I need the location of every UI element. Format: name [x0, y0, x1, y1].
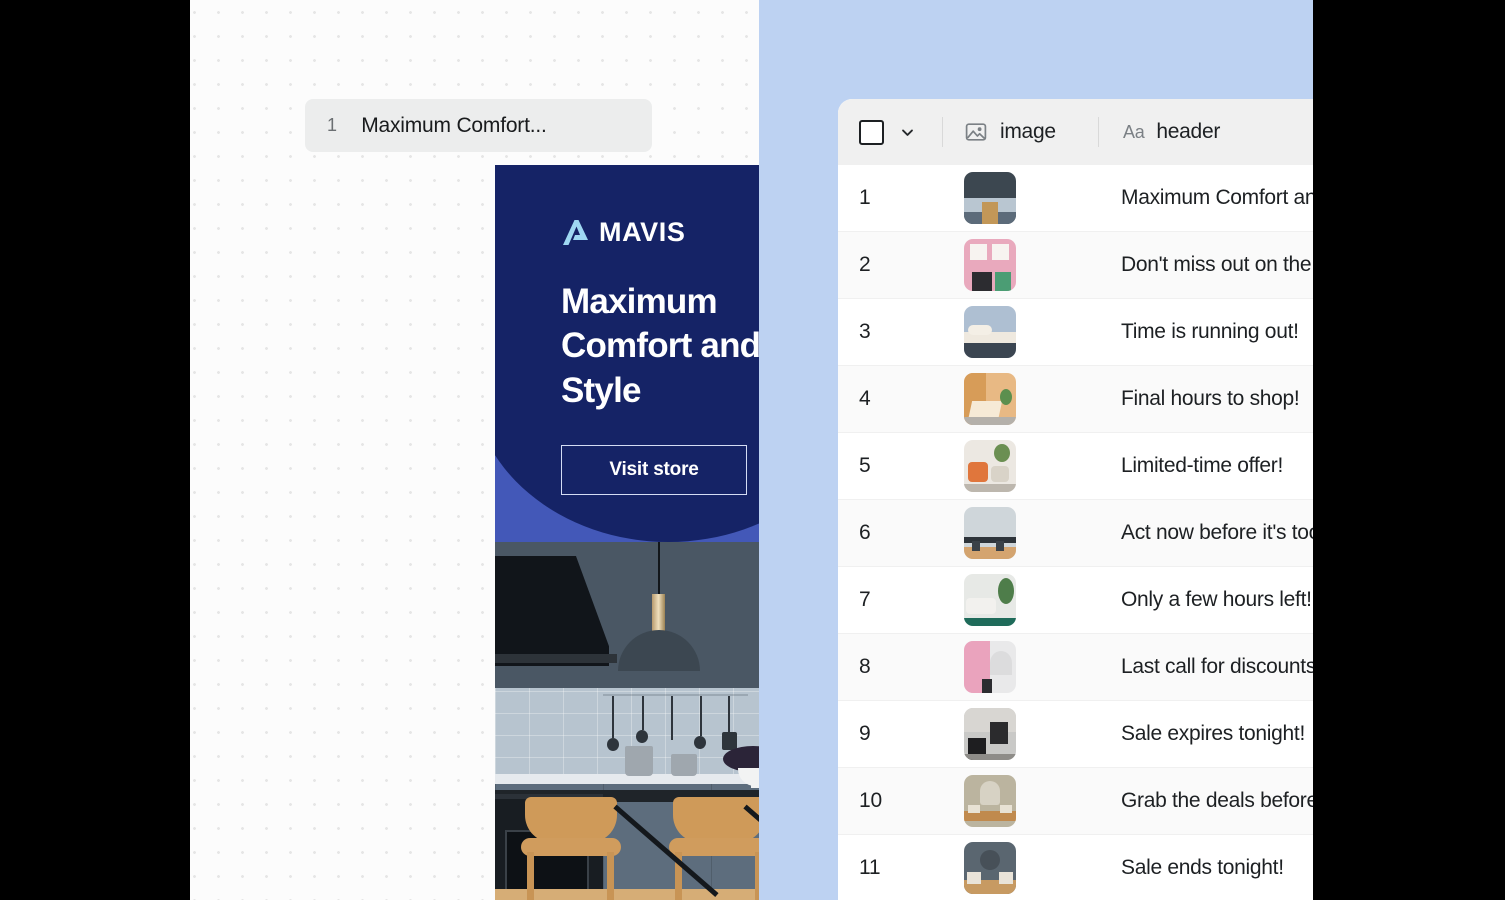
chevron-down-icon[interactable] — [900, 125, 915, 140]
creative-index: 1 — [327, 115, 337, 136]
row-number: 4 — [838, 387, 942, 411]
row-thumbnail-cell[interactable] — [942, 239, 1097, 291]
table-row[interactable]: 7 Only a few hours left! — [838, 567, 1313, 634]
column-label-image: image — [1000, 120, 1056, 144]
column-header-header[interactable]: Aa header — [1099, 99, 1313, 165]
row-thumbnail-image — [964, 373, 1016, 425]
creative-banner: MAVIS Maximum Comfort and Style Visit st… — [495, 165, 759, 542]
row-thumbnail-cell[interactable] — [942, 775, 1097, 827]
image-icon — [965, 121, 987, 143]
row-thumbnail-cell[interactable] — [942, 440, 1097, 492]
table-row[interactable]: 1 Maximum Comfort and Style — [838, 165, 1313, 232]
row-thumbnail-cell[interactable] — [942, 574, 1097, 626]
row-number: 5 — [838, 454, 942, 478]
row-header-text: Grab the deals before they go! — [1097, 789, 1313, 813]
row-thumbnail-cell[interactable] — [942, 507, 1097, 559]
table-select-column-header — [838, 99, 942, 165]
creative-title-chip[interactable]: 1 Maximum Comfort... — [305, 99, 652, 152]
table-row[interactable]: 8 Last call for discounts! — [838, 634, 1313, 701]
row-number: 1 — [838, 186, 942, 210]
creative-card[interactable]: MAVIS Maximum Comfort and Style Visit st… — [495, 165, 759, 900]
table-row[interactable]: 11 Sale ends tonight! — [838, 835, 1313, 900]
row-header-text: Sale expires tonight! — [1097, 722, 1313, 746]
table-row[interactable]: 5 Limited-time offer! — [838, 433, 1313, 500]
screen: 1 Maximum Comfort... MAVIS Maximum Comfo… — [0, 0, 1505, 900]
row-thumbnail-cell[interactable] — [942, 373, 1097, 425]
kitchen-interior-photo — [495, 542, 759, 900]
row-header-text: Maximum Comfort and Style — [1097, 186, 1313, 210]
row-header-text: Sale ends tonight! — [1097, 856, 1313, 880]
brand-logo: MAVIS — [561, 217, 759, 248]
row-thumbnail-cell[interactable] — [942, 708, 1097, 760]
column-header-image[interactable]: image — [943, 99, 1098, 165]
row-header-text: Limited-time offer! — [1097, 454, 1313, 478]
row-header-text: Act now before it's too late! — [1097, 521, 1313, 545]
row-header-text: Final hours to shop! — [1097, 387, 1313, 411]
assets-table: image Aa header 1 Maximum Comfort and St… — [838, 99, 1313, 900]
row-thumbnail-image — [964, 775, 1016, 827]
creative-preview-panel: 1 Maximum Comfort... MAVIS Maximum Comfo… — [190, 0, 759, 900]
row-thumbnail-cell[interactable] — [942, 842, 1097, 894]
row-header-text: Don't miss out on the deals! — [1097, 253, 1313, 277]
banner-headline: Maximum Comfort and Style — [561, 280, 759, 413]
row-thumbnail-image — [964, 440, 1016, 492]
row-thumbnail-image — [964, 641, 1016, 693]
row-number: 2 — [838, 253, 942, 277]
banner-content: MAVIS Maximum Comfort and Style Visit st… — [495, 165, 759, 542]
visit-store-button[interactable]: Visit store — [561, 445, 747, 495]
table-row[interactable]: 4 Final hours to shop! — [838, 366, 1313, 433]
row-thumbnail-image — [964, 574, 1016, 626]
table-row[interactable]: 9 Sale expires tonight! — [838, 701, 1313, 768]
table-row[interactable]: 3 Time is running out! — [838, 299, 1313, 366]
row-number: 3 — [838, 320, 942, 344]
table-header-row: image Aa header — [838, 99, 1313, 165]
row-thumbnail-image — [964, 239, 1016, 291]
row-thumbnail-cell[interactable] — [942, 306, 1097, 358]
row-number: 7 — [838, 588, 942, 612]
row-thumbnail-cell[interactable] — [942, 641, 1097, 693]
row-thumbnail-image — [964, 306, 1016, 358]
row-thumbnail-image — [964, 708, 1016, 760]
row-thumbnail-image — [964, 507, 1016, 559]
row-number: 10 — [838, 789, 942, 813]
table-body: 1 Maximum Comfort and Style 2 Don't miss… — [838, 165, 1313, 900]
row-number: 9 — [838, 722, 942, 746]
row-header-text: Time is running out! — [1097, 320, 1313, 344]
row-number: 11 — [838, 856, 942, 880]
table-row[interactable]: 2 Don't miss out on the deals! — [838, 232, 1313, 299]
row-thumbnail-image — [964, 842, 1016, 894]
text-aa-icon: Aa — [1123, 122, 1144, 143]
row-header-text: Only a few hours left! — [1097, 588, 1313, 612]
row-thumbnail-cell[interactable] — [942, 172, 1097, 224]
row-thumbnail-image — [964, 172, 1016, 224]
row-header-text: Last call for discounts! — [1097, 655, 1313, 679]
creative-title: Maximum Comfort... — [361, 114, 546, 138]
row-number: 6 — [838, 521, 942, 545]
mavis-a-mark-icon — [561, 219, 591, 247]
select-all-checkbox[interactable] — [859, 120, 884, 145]
table-row[interactable]: 10 Grab the deals before they go! — [838, 768, 1313, 835]
row-number: 8 — [838, 655, 942, 679]
column-label-header: header — [1156, 120, 1220, 144]
brand-name: MAVIS — [599, 217, 686, 248]
table-row[interactable]: 6 Act now before it's too late! — [838, 500, 1313, 567]
